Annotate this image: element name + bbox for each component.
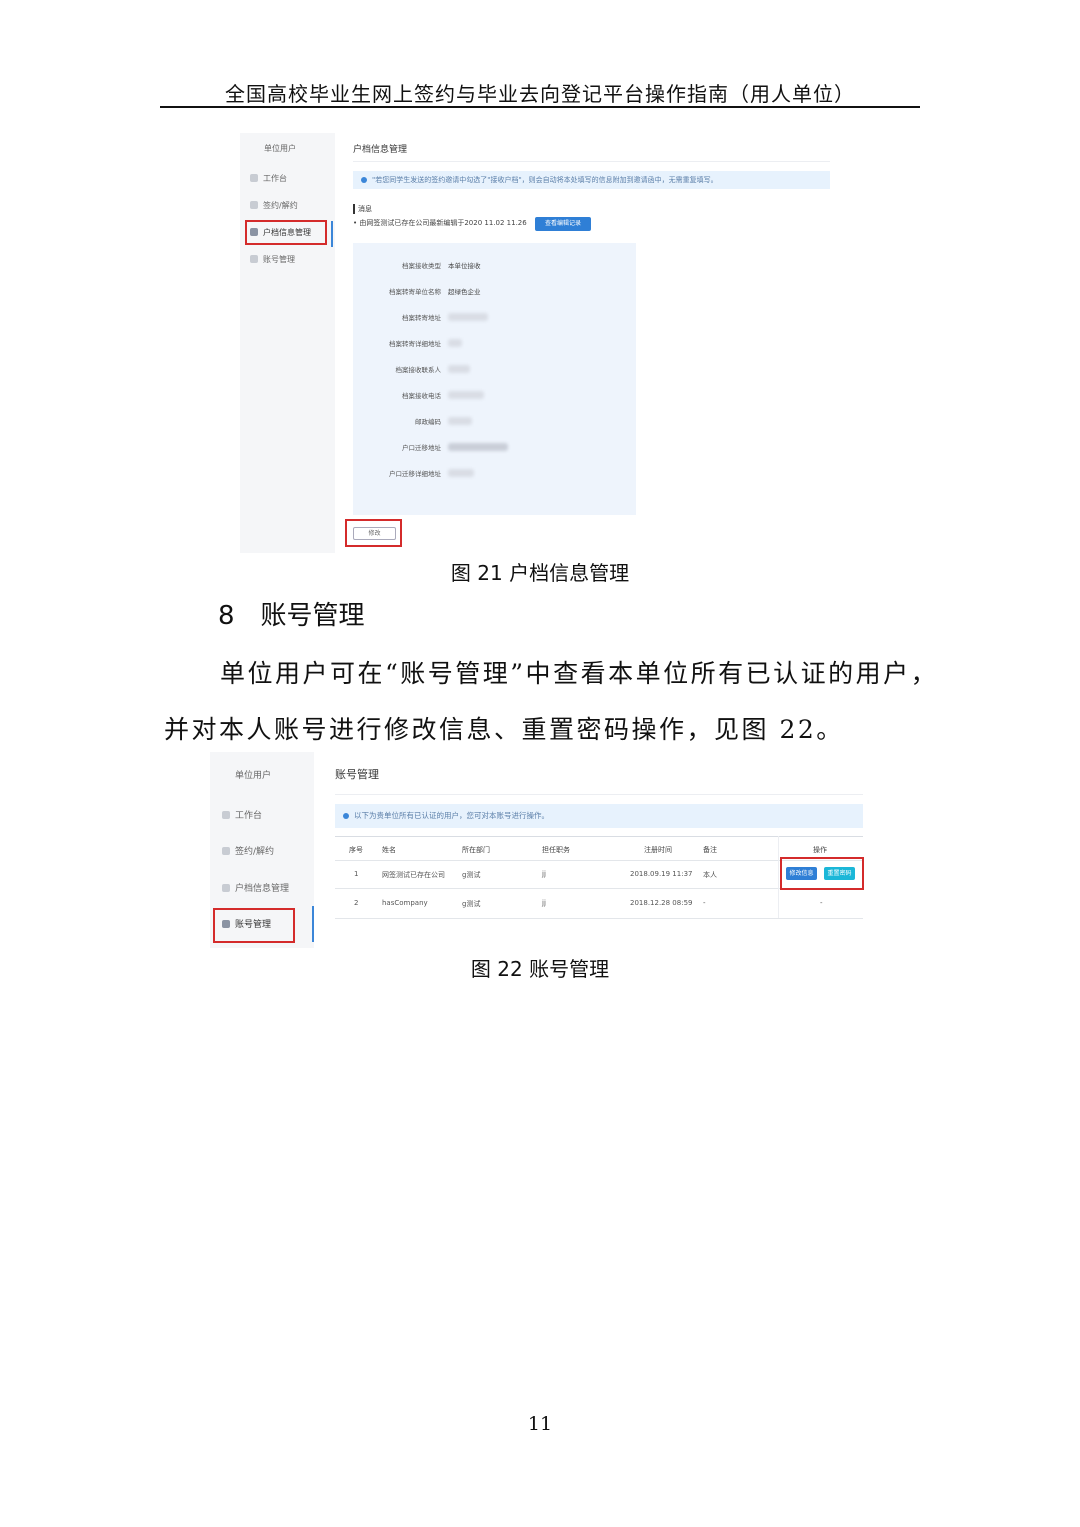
body-paragraph-line-2: 并对本人账号进行修改信息、重置密码操作，见图 22。 (164, 715, 844, 744)
contract-icon (250, 201, 258, 209)
sidebar-section-label: 单位用户 (235, 771, 272, 781)
redacted-value (448, 443, 508, 451)
field-label: 档案接收电话 (402, 392, 441, 400)
cell-time: 2018.12.28 08:59 (630, 899, 693, 907)
body-paragraph-line-1: 单位用户可在“账号管理”中查看本单位所有已认证的用户， (220, 659, 939, 688)
table-rule (335, 918, 863, 919)
cell-post: jj (542, 870, 546, 878)
redacted-value (448, 339, 462, 347)
sidebar-item-workbench[interactable]: 工作台 (222, 808, 262, 821)
highlight-box-account (213, 908, 295, 943)
user-icon (250, 255, 258, 263)
field-value: 本单位接收 (448, 262, 481, 270)
page-number: 11 (527, 1413, 553, 1435)
title-divider (353, 161, 830, 162)
archive-info-form: 档案接收类型 本单位接收 档案转寄单位名称 超绿色企业 档案转寄地址 档案转寄详细地… (353, 243, 636, 515)
figure-21-caption: 图 21 户档信息管理 (450, 561, 630, 585)
sidebar-section-label: 单位用户 (264, 144, 296, 153)
sidebar: 单位用户 工作台 签约/解约 户档信息管理 账号管理 (240, 133, 335, 553)
column-header: 序号 (349, 846, 363, 854)
title-divider (335, 794, 863, 795)
cell-post: jj (542, 899, 546, 907)
workbench-icon (250, 174, 258, 182)
redacted-value (448, 417, 472, 425)
cell-time: 2018.09.19 11:37 (630, 870, 693, 878)
highlight-box-operations (780, 857, 864, 890)
sidebar-item-sign[interactable]: 签约/解约 (250, 200, 298, 211)
view-edit-record-button[interactable]: 查看编辑记录 (535, 217, 591, 231)
page-title: 账号管理 (335, 768, 379, 781)
info-notice: "若您同学生发送的签约邀请中勾选了"接收户档"，则会自动将本处填写的信息附加到邀… (353, 171, 830, 189)
info-icon (361, 177, 367, 183)
column-header: 所在部门 (462, 846, 490, 854)
column-header: 担任职务 (542, 846, 570, 854)
cell-note: 本人 (703, 871, 717, 879)
redacted-value (448, 365, 470, 373)
cell-note: - (703, 899, 706, 907)
sidebar-item-sign[interactable]: 签约/解约 (222, 844, 274, 857)
info-notice: 以下为贵单位所有已认证的用户，您可对本账号进行操作。 (335, 804, 863, 828)
header-rule (160, 106, 920, 108)
field-label: 档案转寄地址 (402, 314, 441, 322)
section-number: 8 (218, 601, 235, 631)
cell-dept: g测试 (462, 900, 481, 908)
page-title: 户档信息管理 (353, 145, 408, 155)
redacted-value (448, 391, 484, 399)
archive-icon (222, 884, 230, 892)
figure-22-caption: 图 22 账号管理 (470, 957, 610, 981)
workbench-icon (222, 811, 230, 819)
field-label: 邮政编码 (415, 418, 441, 426)
contract-icon (222, 847, 230, 855)
cell-name: hasCompany (382, 899, 428, 907)
message-label: 消息 (353, 204, 372, 214)
cell-op: - (820, 899, 823, 907)
field-label: 档案接收类型 (402, 262, 441, 270)
field-label: 档案转寄单位名称 (389, 288, 441, 296)
column-header: 姓名 (382, 846, 396, 854)
sidebar-active-bar (331, 221, 333, 247)
message-text: • 由网签测试已存在公司最新编辑于2020 11.02 11.26 (353, 219, 527, 227)
sidebar-item-workbench[interactable]: 工作台 (250, 173, 287, 184)
field-label: 档案接收联系人 (395, 366, 442, 374)
field-label: 户口迁移详细地址 (389, 470, 441, 478)
highlight-box-archive (245, 220, 327, 245)
figure-22-screenshot: 单位用户 工作台 签约/解约 户档信息管理 账号管理 账号管理 以下为贵单位所有… (210, 752, 870, 948)
field-label: 户口迁移地址 (402, 444, 441, 452)
sidebar-active-bar (312, 906, 314, 942)
field-label: 档案转寄详细地址 (389, 340, 441, 348)
cell-no: 1 (354, 870, 359, 878)
cell-name: 网签测试已存在公司 (382, 871, 445, 879)
cell-dept: g测试 (462, 871, 481, 879)
cell-no: 2 (354, 899, 359, 907)
redacted-value (448, 313, 488, 321)
redacted-value (448, 469, 474, 477)
document-header: 全国高校毕业生网上签约与毕业去向登记平台操作指南（用人单位） (225, 82, 855, 106)
column-header: 操作 (813, 846, 827, 854)
section-heading: 8 账号管理 (218, 595, 365, 632)
sidebar-item-archive[interactable]: 户档信息管理 (222, 881, 289, 894)
column-header: 注册时间 (644, 846, 672, 854)
table-rule (335, 836, 863, 837)
info-icon (343, 813, 349, 819)
field-value: 超绿色企业 (448, 288, 481, 296)
op-column-divider (778, 836, 779, 918)
sidebar-item-account[interactable]: 账号管理 (250, 254, 295, 265)
column-header: 备注 (703, 846, 717, 854)
section-title: 账号管理 (260, 601, 365, 631)
figure-21-screenshot: 单位用户 工作台 签约/解约 户档信息管理 账号管理 户档信息管理 "若您同学生… (240, 133, 840, 553)
highlight-box-edit (345, 519, 402, 547)
